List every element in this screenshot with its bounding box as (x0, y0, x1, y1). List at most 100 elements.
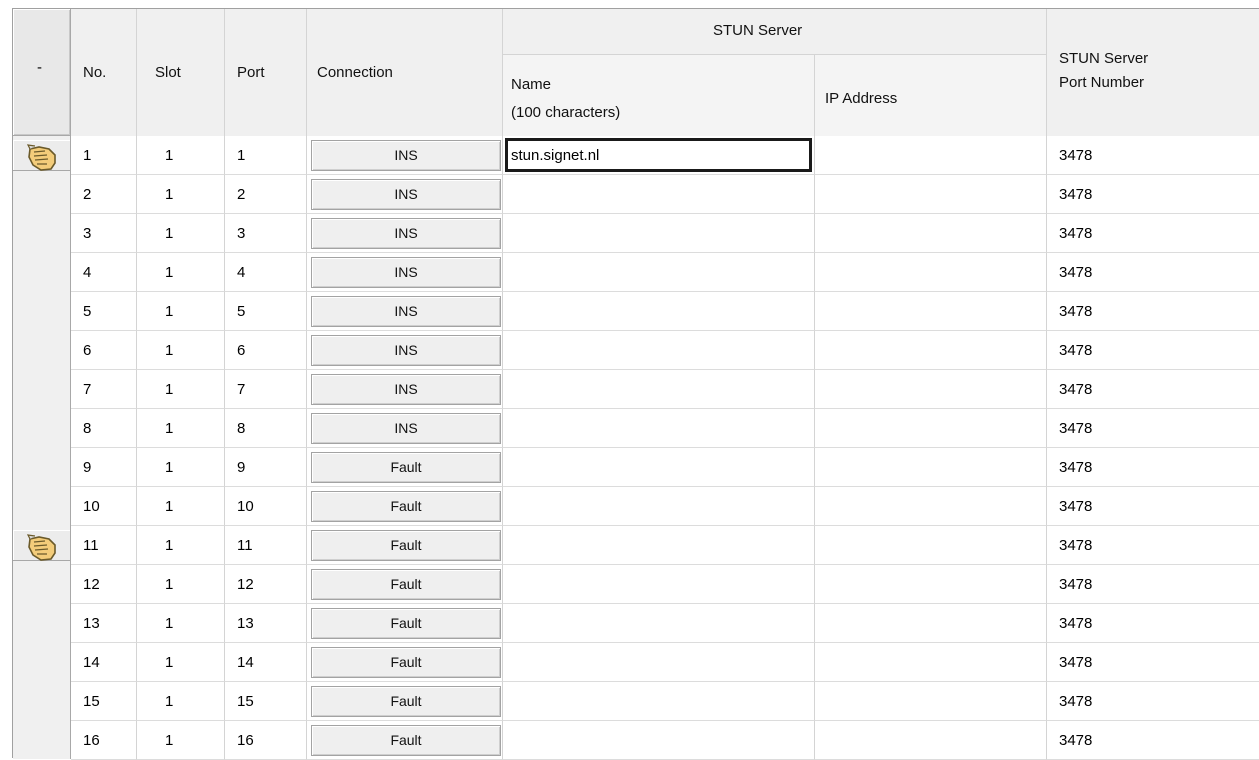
cell-stun-port[interactable]: 3478 (1047, 448, 1259, 487)
cell-name[interactable] (503, 253, 815, 292)
table-row[interactable]: 7 1 7 INS 3478 (71, 370, 1259, 409)
connection-button[interactable]: INS (311, 218, 501, 249)
cell-name[interactable] (503, 604, 815, 643)
column-header-slot[interactable]: Slot (137, 9, 225, 136)
table-row[interactable]: 8 1 8 INS 3478 (71, 409, 1259, 448)
column-header-name[interactable]: Name (100 characters) (503, 55, 815, 136)
column-header-stun-port[interactable]: STUN Server Port Number (1047, 9, 1259, 136)
connection-button[interactable]: Fault (311, 530, 501, 561)
table-row[interactable]: 9 1 9 Fault 3478 (71, 448, 1259, 487)
table-row[interactable]: 12 1 12 Fault 3478 (71, 565, 1259, 604)
stun-port-value: 3478 (1059, 186, 1093, 203)
cell-ip-address[interactable] (815, 487, 1047, 526)
cell-stun-port[interactable]: 3478 (1047, 565, 1259, 604)
cell-name[interactable] (503, 643, 815, 682)
table-row[interactable]: 2 1 2 INS 3478 (71, 175, 1259, 214)
cell-name[interactable] (503, 370, 815, 409)
cell-stun-port[interactable]: 3478 (1047, 136, 1259, 175)
cell-name[interactable] (503, 409, 815, 448)
cell-slot: 1 (137, 370, 225, 409)
row-selector[interactable] (13, 140, 71, 171)
connection-button[interactable]: INS (311, 179, 501, 210)
cell-slot: 1 (137, 721, 225, 760)
connection-button[interactable]: Fault (311, 725, 501, 756)
cell-slot: 1 (137, 292, 225, 331)
connection-button[interactable]: Fault (311, 452, 501, 483)
cell-name[interactable] (503, 292, 815, 331)
cell-port: 5 (225, 292, 307, 331)
cell-ip-address[interactable] (815, 409, 1047, 448)
cell-stun-port[interactable]: 3478 (1047, 487, 1259, 526)
cell-name[interactable] (503, 331, 815, 370)
connection-button[interactable]: Fault (311, 647, 501, 678)
cell-name[interactable]: stun.signet.nl (503, 136, 815, 175)
table-row[interactable]: 4 1 4 INS 3478 (71, 253, 1259, 292)
select-all-header[interactable]: - (13, 9, 71, 136)
cell-name[interactable] (503, 526, 815, 565)
cell-stun-port[interactable]: 3478 (1047, 526, 1259, 565)
connection-button[interactable]: Fault (311, 608, 501, 639)
cell-name[interactable] (503, 214, 815, 253)
column-header-no[interactable]: No. (71, 9, 137, 136)
cell-stun-port[interactable]: 3478 (1047, 721, 1259, 760)
cell-name[interactable] (503, 175, 815, 214)
connection-button[interactable]: INS (311, 413, 501, 444)
cell-stun-port[interactable]: 3478 (1047, 409, 1259, 448)
connection-button[interactable]: INS (311, 296, 501, 327)
column-header-name-line1: Name (511, 76, 552, 93)
table-row[interactable]: 13 1 13 Fault 3478 (71, 604, 1259, 643)
cell-ip-address[interactable] (815, 448, 1047, 487)
cell-ip-address[interactable] (815, 682, 1047, 721)
table-row[interactable]: 16 1 16 Fault 3478 (71, 721, 1259, 760)
cell-ip-address[interactable] (815, 370, 1047, 409)
table-row[interactable]: 5 1 5 INS 3478 (71, 292, 1259, 331)
cell-ip-address[interactable] (815, 214, 1047, 253)
table-row[interactable]: 15 1 15 Fault 3478 (71, 682, 1259, 721)
connection-button[interactable]: Fault (311, 491, 501, 522)
column-header-connection[interactable]: Connection (307, 9, 503, 136)
connection-button[interactable]: Fault (311, 569, 501, 600)
stun-port-value: 3478 (1059, 420, 1093, 437)
cell-stun-port[interactable]: 3478 (1047, 604, 1259, 643)
table-row[interactable]: 6 1 6 INS 3478 (71, 331, 1259, 370)
cell-ip-address[interactable] (815, 604, 1047, 643)
cell-ip-address[interactable] (815, 136, 1047, 175)
table-row[interactable]: 10 1 10 Fault 3478 (71, 487, 1259, 526)
table-row[interactable]: 14 1 14 Fault 3478 (71, 643, 1259, 682)
cell-no: 8 (71, 409, 137, 448)
cell-name[interactable] (503, 682, 815, 721)
cell-ip-address[interactable] (815, 253, 1047, 292)
cell-ip-address[interactable] (815, 292, 1047, 331)
cell-stun-port[interactable]: 3478 (1047, 682, 1259, 721)
connection-button[interactable]: INS (311, 257, 501, 288)
cell-ip-address[interactable] (815, 331, 1047, 370)
cell-ip-address[interactable] (815, 526, 1047, 565)
cell-name[interactable] (503, 721, 815, 760)
name-input-active[interactable]: stun.signet.nl (505, 138, 812, 172)
cell-name[interactable] (503, 565, 815, 604)
row-selector[interactable] (13, 530, 71, 561)
column-header-ip-address[interactable]: IP Address (815, 55, 1047, 136)
column-header-port[interactable]: Port (225, 9, 307, 136)
cell-ip-address[interactable] (815, 721, 1047, 760)
connection-button[interactable]: Fault (311, 686, 501, 717)
cell-ip-address[interactable] (815, 643, 1047, 682)
connection-button[interactable]: INS (311, 140, 501, 171)
cell-stun-port[interactable]: 3478 (1047, 292, 1259, 331)
cell-name[interactable] (503, 487, 815, 526)
cell-no: 3 (71, 214, 137, 253)
connection-button[interactable]: INS (311, 335, 501, 366)
cell-stun-port[interactable]: 3478 (1047, 370, 1259, 409)
cell-stun-port[interactable]: 3478 (1047, 214, 1259, 253)
cell-stun-port[interactable]: 3478 (1047, 643, 1259, 682)
cell-ip-address[interactable] (815, 565, 1047, 604)
cell-stun-port[interactable]: 3478 (1047, 175, 1259, 214)
table-row[interactable]: 3 1 3 INS 3478 (71, 214, 1259, 253)
cell-stun-port[interactable]: 3478 (1047, 331, 1259, 370)
connection-button[interactable]: INS (311, 374, 501, 405)
cell-ip-address[interactable] (815, 175, 1047, 214)
table-row[interactable]: 11 1 11 Fault 3478 (71, 526, 1259, 565)
table-row[interactable]: 1 1 1 INS stun.signet.nl 3478 (71, 136, 1259, 175)
cell-stun-port[interactable]: 3478 (1047, 253, 1259, 292)
cell-name[interactable] (503, 448, 815, 487)
